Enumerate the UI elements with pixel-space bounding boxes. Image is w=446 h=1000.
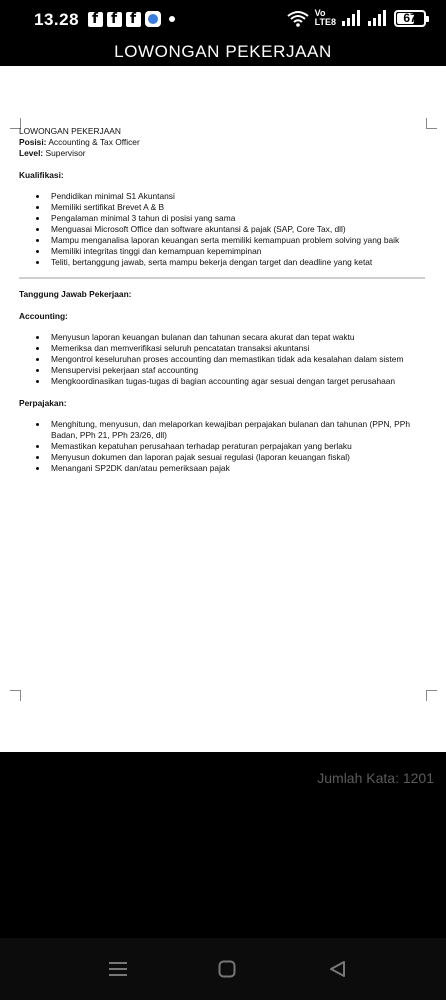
recent-apps-icon — [109, 962, 127, 976]
system-icons: Vo LTE8 67 — [287, 9, 429, 27]
tanggung-jawab-heading: Tanggung Jawab Pekerjaan: — [19, 289, 132, 299]
list-item: Menguasai Microsoft Office dan software … — [19, 224, 429, 235]
app-bar: LOWONGAN PEKERJAAN — [0, 38, 446, 66]
back-icon — [330, 961, 345, 977]
app-title: LOWONGAN PEKERJAAN — [114, 42, 332, 61]
list-item: Menangani SP2DK dan/atau pemeriksaan paj… — [19, 463, 429, 474]
battery-icon: 67 — [394, 9, 429, 27]
perpajakan-heading: Perpajakan: — [19, 398, 67, 408]
accounting-list: Menyusun laporan keuangan bulanan dan ta… — [19, 332, 429, 387]
list-item: Menyusun laporan keuangan bulanan dan ta… — [19, 332, 429, 343]
signal-icon — [368, 10, 386, 26]
facebook-icon — [88, 11, 103, 27]
posisi-line: Posisi: Accounting & Tax Officer — [19, 137, 429, 148]
document-body: LOWONGAN PEKERJAAN Posisi: Accounting & … — [19, 126, 429, 474]
wifi-icon — [287, 10, 309, 27]
list-item: Menghitung, menyusun, dan melaporkan kew… — [19, 419, 429, 441]
volte-indicator: Vo LTE8 — [315, 9, 336, 27]
kualifikasi-heading: Kualifikasi: — [19, 170, 64, 180]
recent-apps-button[interactable] — [107, 958, 129, 980]
kualifikasi-list: Pendidikan minimal S1 Akuntansi Memiliki… — [19, 191, 429, 268]
list-item: Pengalaman minimal 3 tahun di posisi yan… — [19, 213, 429, 224]
back-button[interactable] — [326, 958, 348, 980]
posisi-value: Accounting & Tax Officer — [46, 137, 140, 147]
home-icon — [218, 960, 236, 978]
status-bar: 13.28 Vo LTE8 — [0, 0, 446, 38]
word-count: Jumlah Kata: 1201 — [317, 770, 434, 786]
navigation-bar — [0, 938, 446, 1000]
notification-icons — [88, 11, 175, 27]
volte-label-bottom: LTE8 — [314, 17, 336, 27]
list-item: Memiliki sertifikat Brevet A & B — [19, 202, 429, 213]
list-item: Memastikan kepatuhan perusahaan terhadap… — [19, 441, 429, 452]
list-item: Memiliki integritas tinggi dan kemampuan… — [19, 246, 429, 257]
list-item: Teliti, bertanggung jawab, serta mampu b… — [19, 257, 429, 268]
perpajakan-list: Menghitung, menyusun, dan melaporkan kew… — [19, 419, 429, 474]
horizontal-divider — [19, 277, 425, 279]
battery-level: 67 — [403, 11, 417, 25]
level-line: Level: Supervisor — [19, 148, 429, 159]
list-item: Mensupervisi pekerjaan staf accounting — [19, 365, 429, 376]
more-notifications-dot — [169, 16, 175, 22]
list-item: Mengkoordinasikan tugas-tugas di bagian … — [19, 376, 429, 387]
accounting-heading: Accounting: — [19, 311, 68, 321]
document-heading: LOWONGAN PEKERJAAN — [19, 126, 121, 136]
status-time: 13.28 — [34, 10, 80, 29]
home-button[interactable] — [216, 958, 238, 980]
facebook-icon — [107, 11, 122, 27]
facebook-icon — [126, 11, 141, 27]
document-page[interactable]: LOWONGAN PEKERJAAN Posisi: Accounting & … — [0, 66, 446, 752]
margin-corner-bottom-right — [426, 690, 437, 701]
level-value: Supervisor — [43, 148, 86, 158]
margin-corner-bottom-left — [10, 690, 21, 701]
posisi-label: Posisi: — [19, 137, 47, 147]
signal-icon — [342, 10, 360, 26]
list-item: Pendidikan minimal S1 Akuntansi — [19, 191, 429, 202]
app-icon — [145, 11, 161, 27]
list-item: Memeriksa dan memverifikasi seluruh penc… — [19, 343, 429, 354]
list-item: Menyusun dokumen dan laporan pajak sesua… — [19, 452, 429, 463]
level-label: Level: — [19, 148, 44, 158]
list-item: Mampu menganalisa laporan keuangan serta… — [19, 235, 429, 246]
word-count-area: Jumlah Kata: 1201 — [0, 752, 446, 938]
list-item: Mengontrol keseluruhan proses accounting… — [19, 354, 429, 365]
